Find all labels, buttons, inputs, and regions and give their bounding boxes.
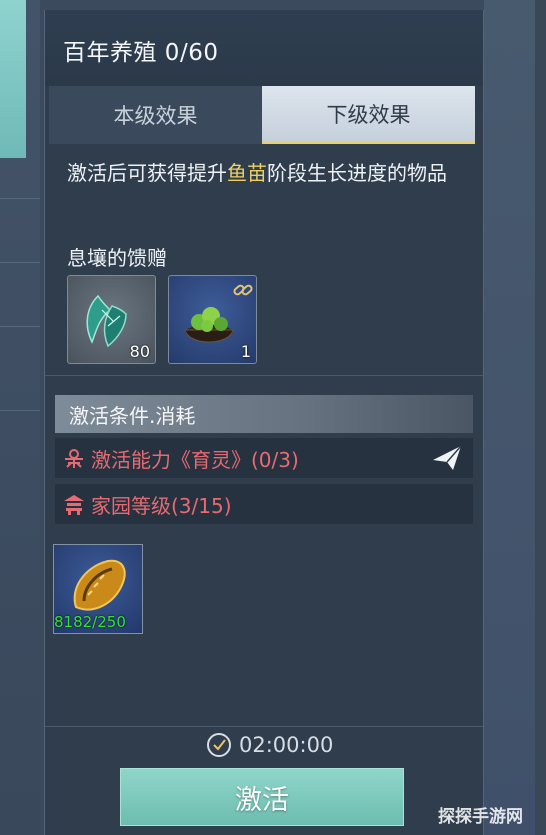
skill-icon: [65, 449, 83, 468]
background-line: [0, 410, 40, 411]
reward-slot-crystal[interactable]: 80: [67, 275, 156, 364]
background-line: [0, 262, 40, 263]
conditions-header: 激活条件.消耗: [55, 395, 473, 433]
panel-title: 百年养殖 0/60: [63, 40, 219, 66]
tab-next-level[interactable]: 下级效果: [262, 86, 475, 144]
condition-text: 激活能力《育灵》(0/3): [91, 447, 299, 472]
background-left: [0, 0, 40, 835]
effect-description: 激活后可获得提升鱼苗阶段生长进度的物品: [67, 158, 477, 188]
home-icon: [64, 495, 84, 515]
description-suffix: 阶段生长进度的物品: [267, 161, 447, 185]
cost-count: 8182/250: [54, 613, 126, 631]
reward-slot-herb-bowl[interactable]: 1: [168, 275, 257, 364]
condition-row-home-level: 家园等级(3/15): [55, 484, 473, 524]
background-right-bar: [535, 0, 546, 835]
link-icon: [233, 284, 253, 296]
clock-icon: [207, 733, 231, 757]
background-line: [0, 198, 40, 199]
effect-panel: 百年养殖 0/60 本级效果 下级效果 激活后可获得提升鱼苗阶段生长进度的物品 …: [44, 10, 484, 835]
description-prefix: 激活后可获得提升: [67, 161, 227, 185]
activate-button[interactable]: 激活: [120, 768, 404, 826]
description-highlight: 鱼苗: [227, 161, 267, 185]
background-teal-panel: [0, 0, 26, 158]
watermark: 探探手游网: [438, 807, 523, 827]
reward-label: 息壤的馈赠: [67, 246, 167, 270]
send-icon[interactable]: [429, 442, 465, 474]
timer: 02:00:00: [205, 730, 333, 760]
tab-current-level[interactable]: 本级效果: [49, 86, 262, 144]
section-divider: [45, 375, 483, 376]
effect-tabs: 本级效果 下级效果: [49, 86, 477, 144]
cost-slot-shell[interactable]: 8182/250: [53, 544, 143, 634]
reward-count: 80: [129, 342, 150, 361]
timer-text: 02:00:00: [239, 733, 334, 757]
background-line: [0, 326, 40, 327]
condition-row-skill: 激活能力《育灵》(0/3): [55, 438, 473, 478]
footer-divider: [45, 726, 483, 727]
reward-count: 1: [240, 342, 251, 361]
condition-text: 家园等级(3/15): [91, 493, 232, 518]
title-bar: 百年养殖 0/60: [45, 10, 483, 86]
